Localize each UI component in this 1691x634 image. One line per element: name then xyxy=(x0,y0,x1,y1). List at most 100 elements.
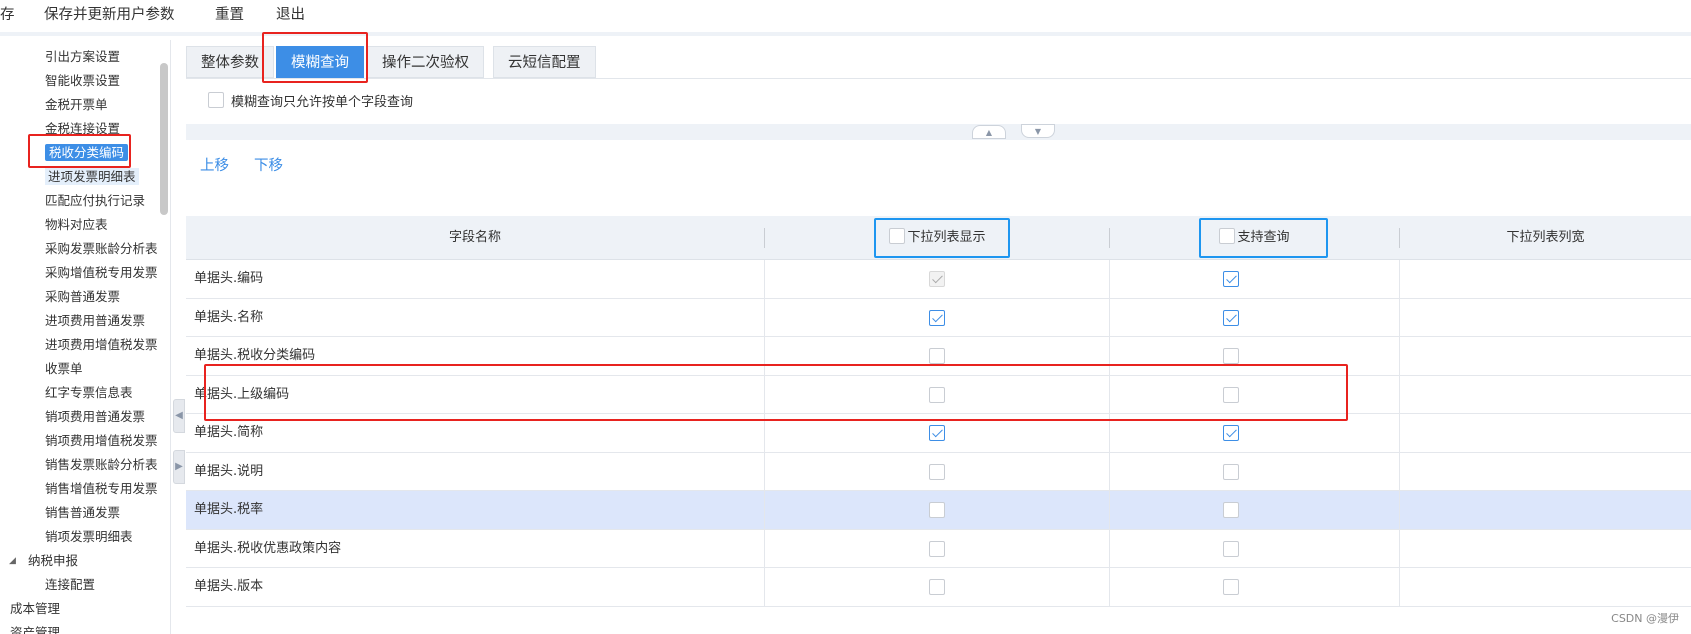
dropdown-display-checkbox xyxy=(929,271,945,287)
dropdown-display-checkbox[interactable] xyxy=(929,579,945,595)
support-query-checkbox[interactable] xyxy=(1223,348,1239,364)
column-divider xyxy=(1109,529,1110,568)
sidebar-item-label: 销售增值税专用发票 xyxy=(45,481,158,496)
sidebar-item-label: 成本管理 xyxy=(10,601,61,616)
sidebar-item[interactable]: 收票单 xyxy=(45,358,83,380)
tab-fuzzy-query[interactable]: 模糊查询 xyxy=(276,46,364,78)
sidebar-tree: 引出方案设置 智能收票设置 金税开票单 金税连接设置 税收分类编码 进项发票明细… xyxy=(0,40,171,634)
sidebar-item[interactable]: 采购普通发票 xyxy=(45,286,120,308)
support-query-checkbox[interactable] xyxy=(1223,579,1239,595)
support-query-checkbox[interactable] xyxy=(1223,463,1239,480)
table-row[interactable]: 单据头.名称 xyxy=(186,298,1691,337)
move-toolbar: 上移 下移 xyxy=(186,140,1691,180)
table-row[interactable]: 单据头.编码 xyxy=(186,260,1691,299)
sidebar-item[interactable]: 金税连接设置 xyxy=(45,118,120,140)
sidebar-item[interactable]: 进项费用普通发票 xyxy=(45,310,145,332)
table-row[interactable]: 单据头.说明 xyxy=(186,452,1691,491)
reset-menu-item[interactable]: 重置 xyxy=(215,3,244,24)
support-query-checkbox[interactable] xyxy=(1223,425,1239,441)
field-name-cell: 单据头.简称 xyxy=(194,425,264,440)
sidebar-item[interactable]: 销售普通发票 xyxy=(45,502,120,524)
table-row[interactable]: 单据头.简称 xyxy=(186,414,1691,453)
single-field-query-checkbox[interactable] xyxy=(208,92,224,108)
column-divider xyxy=(764,260,765,298)
sidebar-group-tax-declare[interactable]: 纳税申报 xyxy=(28,550,78,572)
sidebar-item[interactable]: 金税开票单 xyxy=(45,94,108,116)
sidebar-item-partial[interactable]: 资产管理 xyxy=(10,622,60,634)
sidebar-item[interactable]: 匹配应付执行记录 xyxy=(45,190,145,212)
sidebar-item-tax-classification-code[interactable]: 税收分类编码 xyxy=(45,142,129,164)
table-row[interactable]: 单据头.版本 xyxy=(186,568,1691,607)
column-header-field-name[interactable]: 字段名称 xyxy=(186,216,764,260)
support-query-checkbox[interactable] xyxy=(1223,540,1239,557)
move-up-button[interactable]: 上移 xyxy=(200,154,229,175)
dropdown-display-checkbox[interactable] xyxy=(929,348,945,364)
support-query-checkbox[interactable] xyxy=(1223,502,1239,518)
dropdown-display-checkbox[interactable] xyxy=(929,425,945,441)
table-row[interactable]: 单据头.税收优惠政策内容 xyxy=(186,529,1691,568)
sidebar-item-label: 金税连接设置 xyxy=(45,121,121,136)
column-divider xyxy=(1109,452,1110,491)
tab-second-auth[interactable]: 操作二次验权 xyxy=(367,46,484,78)
dropdown-display-checkbox[interactable] xyxy=(929,463,945,480)
splitter-down-arrow-icon[interactable]: ▼ xyxy=(1021,124,1055,138)
sidebar-item[interactable]: 引出方案设置 xyxy=(45,46,120,68)
sidebar-item[interactable]: 销项费用普通发票 xyxy=(45,406,145,428)
expand-right-arrow-icon[interactable]: ▶ xyxy=(173,450,185,484)
move-down-button[interactable]: 下移 xyxy=(254,154,283,175)
sidebar-item[interactable]: 红字专票信息表 xyxy=(45,382,133,404)
sidebar-item[interactable]: 销售发票账龄分析表 xyxy=(45,454,158,476)
single-field-query-option[interactable]: 模糊查询只允许按单个字段查询 xyxy=(208,90,413,110)
expand-triangle-icon[interactable]: ◢ xyxy=(9,556,16,566)
dropdown-display-select-all-checkbox[interactable] xyxy=(889,228,906,244)
column-divider xyxy=(1399,375,1400,414)
sidebar-item[interactable]: 销项发票明细表 xyxy=(45,526,133,548)
dropdown-display-checkbox[interactable] xyxy=(929,386,945,403)
field-name-cell: 单据头.版本 xyxy=(194,579,264,594)
save-menu-item[interactable]: 存 xyxy=(0,3,15,24)
save-update-params-menu-item[interactable]: 保存并更新用户参数 xyxy=(44,3,175,24)
main-panel: 整体参数 模糊查询 操作二次验权 云短信配置 模糊查询只允许按单个字段查询 ▲ … xyxy=(186,32,1691,634)
sidebar-item-label: 引出方案设置 xyxy=(45,49,121,64)
sidebar-item[interactable]: 物料对应表 xyxy=(45,214,108,236)
column-divider xyxy=(1399,491,1400,529)
table-row[interactable]: 单据头.税率 xyxy=(186,491,1691,530)
support-query-checkbox[interactable] xyxy=(1223,309,1239,326)
column-divider xyxy=(1399,568,1400,606)
table-row[interactable]: 单据头.税收分类编码 xyxy=(186,337,1691,376)
support-query-checkbox[interactable] xyxy=(1223,271,1239,287)
column-header-dropdown-width[interactable]: 下拉列表列宽 xyxy=(1400,216,1691,260)
sidebar-item[interactable]: 采购增值税专用发票 xyxy=(45,262,158,284)
tab-sms-config[interactable]: 云短信配置 xyxy=(493,46,596,78)
dropdown-display-checkbox[interactable] xyxy=(929,309,945,326)
splitter-up-arrow-icon[interactable]: ▲ xyxy=(972,125,1006,139)
top-menu-bar: 存 保存并更新用户参数 重置 退出 xyxy=(0,0,1691,36)
sidebar-item[interactable]: 进项发票明细表 xyxy=(45,166,139,188)
sidebar-item[interactable]: 销售增值税专用发票 xyxy=(45,478,158,500)
column-header-dropdown-display[interactable]: 下拉列表显示 xyxy=(765,216,1110,260)
support-query-select-all-checkbox[interactable] xyxy=(1219,228,1236,244)
sidebar-item-label: 销项费用普通发票 xyxy=(45,409,146,424)
exit-menu-item[interactable]: 退出 xyxy=(276,3,305,24)
sidebar-item-label: 进项费用增值税发票 xyxy=(45,337,158,352)
sidebar-item-cost-management[interactable]: 成本管理 xyxy=(10,598,60,620)
sidebar-item[interactable]: 连接配置 xyxy=(45,574,95,596)
table-row[interactable]: 单据头.上级编码 xyxy=(186,375,1691,414)
column-header-support-query[interactable]: 支持查询 xyxy=(1110,216,1399,260)
dropdown-display-checkbox[interactable] xyxy=(929,502,945,518)
column-divider xyxy=(1109,414,1110,452)
support-query-checkbox[interactable] xyxy=(1223,386,1239,403)
panel-splitter[interactable]: ▲ ▼ xyxy=(186,124,1691,140)
sidebar-item-label: 资产管理 xyxy=(10,625,61,634)
sidebar-item[interactable]: 销项费用增值税发票 xyxy=(45,430,158,452)
sidebar-item[interactable]: 进项费用增值税发票 xyxy=(45,334,158,356)
sidebar-item[interactable]: 采购发票账龄分析表 xyxy=(45,238,158,260)
sidebar-item-label: 匹配应付执行记录 xyxy=(45,193,146,208)
collapse-left-arrow-icon[interactable]: ◀ xyxy=(173,399,185,433)
sidebar-item[interactable]: 智能收票设置 xyxy=(45,70,120,92)
sidebar-item-label: 纳税申报 xyxy=(28,553,79,568)
dropdown-display-checkbox[interactable] xyxy=(929,540,945,557)
tab-overall-params[interactable]: 整体参数 xyxy=(186,46,274,78)
sidebar-scrollbar[interactable] xyxy=(160,63,168,215)
column-divider xyxy=(1399,452,1400,491)
